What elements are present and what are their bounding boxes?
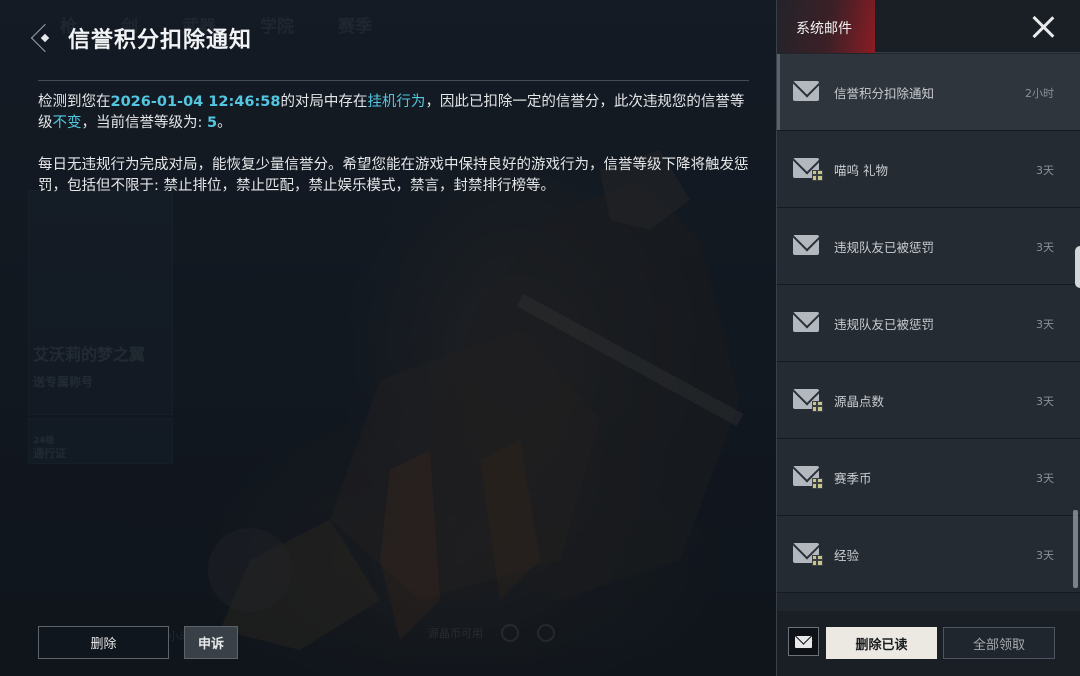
envelope-icon [793,312,819,332]
mail-item-time: 3天 [1036,472,1054,485]
mail-body: 检测到您在2026-01-04 12:46:58的对局中存在挂机行为，因此已扣除… [38,92,752,218]
header-divider [38,80,749,81]
mail-item-time: 3天 [1036,318,1054,331]
envelope-gift-icon [793,466,823,489]
envelope-icon [793,81,819,101]
mail-paragraph-2: 每日无违规行为完成对局，能恢复少量信誉分。希望您能在游戏中保持良好的游戏行为，信… [38,157,749,194]
mail-item-subject: 违规队友已被惩罚 [834,240,935,255]
delete-button[interactable]: 删除 [38,626,169,659]
mark-read-button[interactable]: ✓ [788,627,819,656]
mail-item-time: 2小时 [1025,87,1054,100]
delete-read-button[interactable]: 删除已读 [826,627,937,659]
envelope-gift-icon [793,543,823,566]
envelope-gift-icon [793,389,823,412]
mail-list-item[interactable]: 赛季币 3天 [777,439,1080,516]
mail-list: 信誉积分扣除通知 2小时 喵呜 礼物 3天 违规队友已被惩罚 3天 违规队友已被… [777,54,1080,593]
mail-item-time: 3天 [1036,549,1054,562]
envelope-icon [793,235,819,255]
mail-list-item[interactable]: 喵呜 礼物 3天 [777,131,1080,208]
mail-item-subject: 喵呜 礼物 [834,163,888,178]
match-time: 2026-01-04 12:46:58 [110,94,281,110]
appeal-button[interactable]: 申诉 [184,626,238,659]
mail-item-subject: 赛季币 [834,471,872,486]
mail-list-item[interactable]: 经验 3天 [777,516,1080,593]
mail-title: 信誉积分扣除通知 [68,28,253,53]
violation-type: 挂机行为 [367,94,426,110]
mail-item-subject: 违规队友已被惩罚 [834,317,935,332]
panel-footer: ✓ 删除已读 全部领取 [777,611,1080,676]
credit-level-value: 5 [207,115,218,131]
mail-header: 信誉积分扣除通知 [30,22,252,54]
mail-item-subject: 源晶点数 [834,394,885,409]
diamond-icon [30,23,60,53]
mail-item-subject: 信誉积分扣除通知 [834,86,935,101]
claim-all-button[interactable]: 全部领取 [943,627,1055,659]
mail-list-item[interactable]: 违规队友已被惩罚 3天 [777,208,1080,285]
mail-item-time: 3天 [1036,395,1054,408]
mail-list-item[interactable]: 违规队友已被惩罚 3天 [777,285,1080,362]
mail-list-panel: 系统邮件 信誉积分扣除通知 2小时 喵呜 礼物 3天 违规队友已被惩罚 3天 违… [776,0,1080,676]
mail-list-item[interactable]: 信誉积分扣除通知 2小时 [777,54,1080,131]
panel-header: 系统邮件 [777,0,1080,53]
close-icon[interactable] [1030,14,1056,40]
mail-item-time: 3天 [1036,164,1054,177]
envelope-gift-icon [793,158,823,181]
tab-system-mail[interactable]: 系统邮件 [777,0,875,53]
side-expand-handle[interactable] [1075,246,1080,288]
mail-paragraph-1: 检测到您在2026-01-04 12:46:58的对局中存在挂机行为，因此已扣除… [38,94,745,131]
mail-item-time: 3天 [1036,241,1054,254]
mail-list-item[interactable]: 源晶点数 3天 [777,362,1080,439]
mail-list-scrollbar[interactable] [1073,510,1078,588]
level-change-status: 不变 [52,115,82,131]
mail-item-subject: 经验 [834,548,860,563]
